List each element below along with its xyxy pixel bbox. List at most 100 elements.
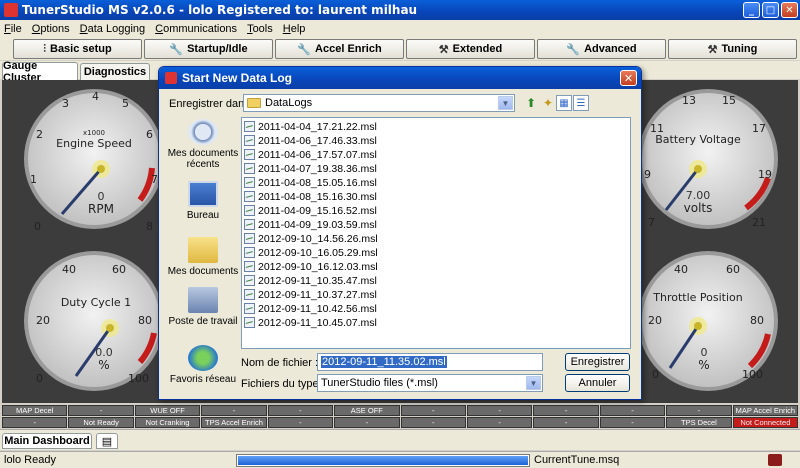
log-file-icon bbox=[244, 135, 255, 146]
indicator: - bbox=[599, 417, 666, 428]
network-icon bbox=[188, 345, 218, 371]
indicator: - bbox=[533, 417, 599, 428]
tick-label: 100 bbox=[128, 372, 149, 385]
details-view-icon[interactable]: ☰ bbox=[573, 95, 589, 111]
place-my-documents[interactable]: Mes documents bbox=[165, 237, 241, 277]
toolbar: ⫶ Basic setup 🔧 Startup/Idle 🔧 Accel Enrich… bbox=[0, 38, 800, 60]
basic-setup-button[interactable]: ⫶ Basic setup bbox=[13, 39, 142, 59]
filetype-select[interactable]: TunerStudio files (*.msl) ▼ bbox=[317, 374, 543, 392]
place-my-computer[interactable]: Poste de travail bbox=[165, 287, 241, 327]
filetype-label: Fichiers du type : bbox=[241, 378, 325, 390]
indicator: MAP Decel bbox=[2, 405, 68, 416]
save-button[interactable]: Enregistrer bbox=[565, 353, 630, 371]
tick-label: 15 bbox=[722, 94, 736, 107]
menu-file[interactable]: File bbox=[4, 23, 22, 35]
new-dashboard-icon[interactable]: ▤ bbox=[96, 433, 118, 449]
wrench-icon: 🔧 bbox=[566, 43, 581, 56]
duty-cycle-gauge: 0 20 40 60 80 100 Duty Cycle 1 0.0 % bbox=[24, 248, 164, 394]
indicator: MAP Accel Enrich bbox=[732, 405, 799, 416]
menu-communications[interactable]: Communications bbox=[155, 23, 237, 35]
list-item[interactable]: 2011-04-09_19.03.59.msl bbox=[244, 218, 377, 231]
progress-bar bbox=[236, 454, 530, 467]
log-file-icon bbox=[244, 219, 255, 230]
tick-label: 2 bbox=[36, 128, 43, 141]
engine-speed-gauge: 0 1 2 3 4 5 6 7 8 x1000 Engine Speed 0 R… bbox=[24, 86, 164, 232]
gauge-title: Battery Voltage bbox=[655, 133, 741, 146]
startup-idle-button[interactable]: 🔧 Startup/Idle bbox=[144, 39, 273, 59]
indicator: ASE OFF bbox=[334, 405, 400, 416]
tab-main-dashboard[interactable]: Main Dashboard bbox=[2, 433, 92, 449]
indicator: - bbox=[599, 405, 666, 416]
list-item[interactable]: 2011-04-09_15.16.52.msl bbox=[244, 204, 377, 217]
places-bar: Mes documents récents Bureau Mes documen… bbox=[165, 117, 241, 389]
menu-options[interactable]: Options bbox=[32, 23, 70, 35]
indicator: - bbox=[267, 417, 334, 428]
menu-data-logging[interactable]: Data Logging bbox=[80, 23, 145, 35]
place-network[interactable]: Favoris réseau bbox=[165, 345, 241, 385]
log-file-icon bbox=[244, 121, 255, 132]
list-item[interactable]: 2012-09-10_16.12.03.msl bbox=[244, 260, 378, 273]
my-computer-icon bbox=[188, 287, 218, 313]
connection-status-icon bbox=[768, 454, 782, 466]
tick-label: 7 bbox=[151, 173, 158, 186]
indicator: - bbox=[400, 417, 466, 428]
tick-label: 19 bbox=[758, 168, 772, 181]
log-file-icon bbox=[244, 261, 255, 272]
list-item[interactable]: 2011-04-04_17.21.22.msl bbox=[244, 120, 377, 133]
chevron-down-icon[interactable]: ▼ bbox=[498, 96, 513, 110]
log-file-icon bbox=[244, 303, 255, 314]
accel-enrich-button[interactable]: 🔧 Accel Enrich bbox=[275, 39, 404, 59]
extended-button[interactable]: ⚒ Extended bbox=[406, 39, 535, 59]
dialog-app-icon bbox=[165, 72, 177, 84]
tick-label: 40 bbox=[62, 263, 76, 276]
tick-label: 21 bbox=[752, 216, 766, 229]
start-data-log-dialog: Start New Data Log ✕ Enregistrer dans : … bbox=[158, 66, 642, 400]
cancel-button[interactable]: Annuler bbox=[565, 374, 630, 392]
menu-bar: File Options Data Logging Communications… bbox=[0, 20, 800, 38]
indicator: - bbox=[201, 405, 267, 416]
place-desktop[interactable]: Bureau bbox=[165, 181, 241, 221]
menu-help[interactable]: Help bbox=[283, 23, 306, 35]
list-item[interactable]: 2011-04-08_15.16.30.msl bbox=[244, 190, 377, 203]
list-item[interactable]: 2012-09-10_14.56.26.msl bbox=[244, 232, 378, 245]
log-file-icon bbox=[244, 317, 255, 328]
dialog-close-button[interactable]: ✕ bbox=[620, 70, 637, 86]
gauge-unit: % bbox=[698, 358, 709, 372]
list-view-icon[interactable]: ▦ bbox=[556, 95, 572, 111]
tab-gauge-cluster[interactable]: Gauge Cluster bbox=[2, 60, 78, 84]
chevron-down-icon[interactable]: ▼ bbox=[526, 376, 541, 390]
list-item[interactable]: 2011-04-06_17.57.07.msl bbox=[244, 148, 377, 161]
save-in-select[interactable]: DataLogs ▼ bbox=[243, 94, 515, 112]
list-item[interactable]: 2012-09-11_10.37.27.msl bbox=[244, 288, 377, 301]
menu-tools[interactable]: Tools bbox=[247, 23, 273, 35]
indicator: WUE OFF bbox=[134, 405, 201, 416]
list-item[interactable]: 2011-04-08_15.05.16.msl bbox=[244, 176, 377, 189]
battery-voltage-gauge: 7 9 11 13 15 17 19 21 Battery Voltage 7.… bbox=[638, 86, 778, 232]
place-recent-documents[interactable]: Mes documents récents bbox=[165, 119, 241, 170]
file-list[interactable]: 2011-04-04_17.21.22.msl 2011-04-06_17.46… bbox=[241, 117, 631, 349]
close-button[interactable]: ✕ bbox=[781, 2, 798, 18]
list-item[interactable]: 2012-09-11_10.35.47.msl bbox=[244, 274, 377, 287]
indicator-row-1: MAP Decel - WUE OFF - - ASE OFF - - - - … bbox=[2, 405, 799, 416]
tab-diagnostics[interactable]: Diagnostics bbox=[80, 63, 150, 80]
list-item[interactable]: 2011-04-06_17.46.33.msl bbox=[244, 134, 377, 147]
filename-label: Nom de fichier : bbox=[241, 357, 319, 369]
tick-label: 0 bbox=[36, 372, 43, 385]
maximize-button[interactable]: □ bbox=[762, 2, 779, 18]
list-item[interactable]: 2012-09-11_10.42.56.msl bbox=[244, 302, 377, 315]
folder-icon bbox=[247, 98, 261, 108]
list-item[interactable]: 2011-04-07_19.38.36.msl bbox=[244, 162, 377, 175]
tick-label: 100 bbox=[742, 368, 763, 381]
up-folder-icon[interactable]: ⬆ bbox=[523, 95, 539, 111]
list-item[interactable]: 2012-09-10_16.05.29.msl bbox=[244, 246, 378, 259]
tick-label: 60 bbox=[726, 263, 740, 276]
minimize-button[interactable]: _ bbox=[743, 2, 760, 18]
advanced-button[interactable]: 🔧 Advanced bbox=[537, 39, 666, 59]
log-file-icon bbox=[244, 177, 255, 188]
list-item[interactable]: 2012-09-11_10.45.07.msl bbox=[244, 316, 377, 329]
tick-label: 4 bbox=[92, 90, 99, 103]
tick-label: 80 bbox=[750, 314, 764, 327]
filename-input[interactable]: 2012-09-11_11.35.02.msl bbox=[317, 353, 543, 371]
new-folder-icon[interactable]: ✦ bbox=[540, 95, 556, 111]
tuning-button[interactable]: ⚒ Tuning bbox=[668, 39, 797, 59]
